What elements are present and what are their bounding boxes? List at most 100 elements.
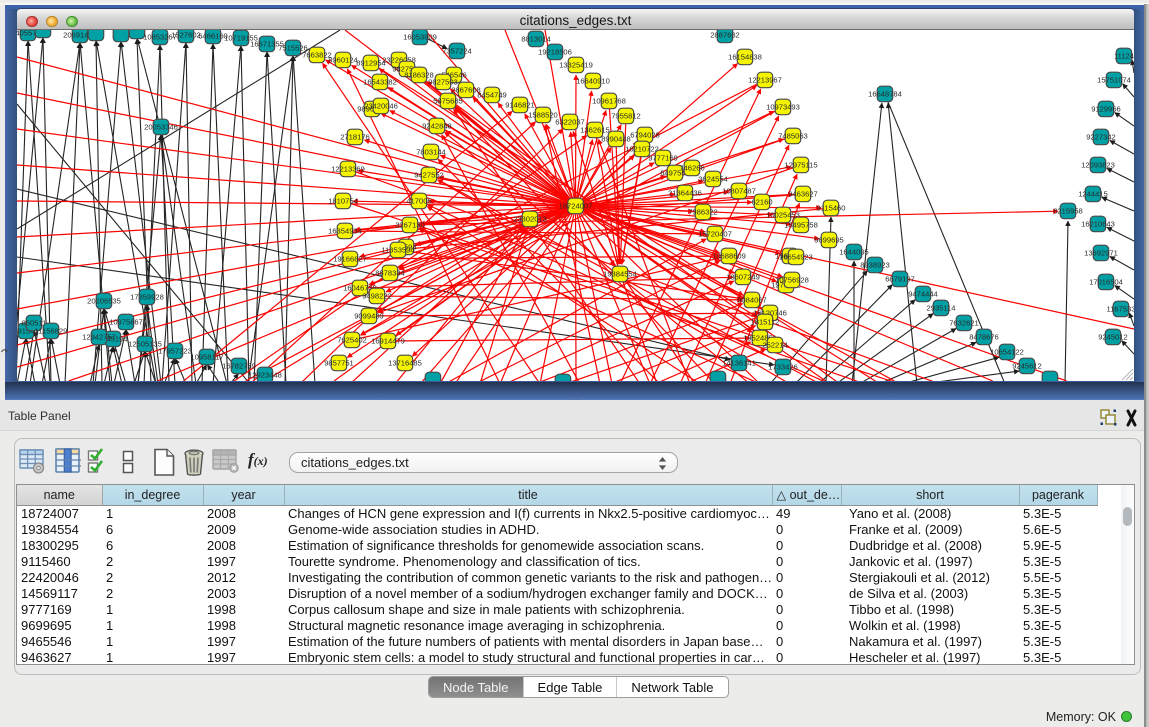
svg-text:7632621: 7632621 <box>949 319 979 328</box>
svg-text:10654122: 10654122 <box>990 348 1024 357</box>
svg-text:17957223: 17957223 <box>158 347 192 356</box>
svg-text:13716485: 13716485 <box>388 359 422 368</box>
svg-text:2887682: 2887682 <box>710 31 740 40</box>
svg-text:62160: 62160 <box>751 198 772 207</box>
svg-text:2718176: 2718176 <box>340 133 370 142</box>
svg-text:1644095: 1644095 <box>839 248 869 257</box>
svg-text:19218506: 19218506 <box>538 48 572 57</box>
svg-text:16354934: 16354934 <box>328 227 362 236</box>
svg-text:11124: 11124 <box>1114 52 1134 61</box>
svg-text:9777169: 9777169 <box>648 154 678 163</box>
svg-text:8215958: 8215958 <box>1053 207 1083 216</box>
svg-text:23420046: 23420046 <box>364 102 398 111</box>
svg-text:10756928: 10756928 <box>775 276 809 285</box>
svg-text:12942757: 12942757 <box>82 333 116 342</box>
svg-text:12923448: 12923448 <box>248 371 282 380</box>
svg-text:9245612: 9245612 <box>1012 362 1042 371</box>
svg-text:16640910: 16640910 <box>576 77 610 86</box>
svg-text:16648784: 16648784 <box>868 90 902 99</box>
svg-text:2935114: 2935114 <box>927 304 956 313</box>
svg-text:16154838: 16154838 <box>728 53 762 62</box>
svg-text:1810754: 1810754 <box>328 197 358 206</box>
svg-text:3267130: 3267130 <box>395 221 425 230</box>
svg-text:9099489: 9099489 <box>354 312 384 321</box>
svg-text:9857751: 9857751 <box>324 359 354 368</box>
svg-text:746266: 746266 <box>679 164 704 173</box>
svg-text:8990448: 8990448 <box>601 135 631 144</box>
svg-text:16210722: 16210722 <box>625 145 659 154</box>
svg-text:15751074: 15751074 <box>1097 76 1131 85</box>
svg-text:3624554: 3624554 <box>698 175 728 184</box>
svg-text:12213369: 12213369 <box>331 165 365 174</box>
svg-text:16782759: 16782759 <box>222 362 256 371</box>
svg-text:21364436: 21364436 <box>668 189 702 198</box>
svg-text:1733426: 1733426 <box>768 363 798 372</box>
svg-text:8938923: 8938923 <box>860 261 890 270</box>
svg-text:9699695: 9699695 <box>814 236 844 245</box>
svg-text:10958117: 10958117 <box>190 353 223 362</box>
svg-text:6794028: 6794028 <box>630 131 660 140</box>
svg-text:17016504: 17016504 <box>1089 278 1123 287</box>
svg-text:9146821: 9146821 <box>505 101 535 110</box>
svg-text:7357224: 7357224 <box>442 47 472 56</box>
svg-text:5875685: 5875685 <box>433 97 463 106</box>
svg-text:14136141: 14136141 <box>722 359 756 368</box>
svg-text:10688609: 10688609 <box>712 252 746 261</box>
svg-text:18495758: 18495758 <box>784 221 818 230</box>
svg-text:8478676: 8478676 <box>969 333 999 342</box>
svg-text:9827503: 9827503 <box>428 78 458 87</box>
svg-text:12975115: 12975115 <box>784 161 817 170</box>
svg-text:417006: 417006 <box>406 197 431 206</box>
svg-text:10807487: 10807487 <box>722 187 756 196</box>
svg-text:8960124: 8960124 <box>328 56 358 65</box>
svg-text:9498222: 9498222 <box>362 292 392 301</box>
svg-text:8813014: 8813014 <box>521 35 551 44</box>
svg-text:12505135: 12505135 <box>128 340 162 349</box>
svg-text:16914479: 16914479 <box>371 337 405 346</box>
svg-text:9245012: 9245012 <box>1098 333 1128 342</box>
svg-text:10973493: 10973493 <box>766 103 800 112</box>
svg-text:12213967: 12213967 <box>748 76 782 85</box>
svg-text:16053809: 16053809 <box>403 33 437 42</box>
svg-text:11353594: 11353594 <box>381 246 414 255</box>
svg-text:8454749: 8454749 <box>477 91 507 100</box>
svg-text:252214: 252214 <box>762 341 787 350</box>
svg-text:9227342: 9227342 <box>1086 133 1116 142</box>
svg-text:7955812: 7955812 <box>611 112 641 121</box>
svg-text:20206535: 20206535 <box>87 297 121 306</box>
svg-text:2867608: 2867608 <box>451 86 481 95</box>
svg-text:19166827: 19166827 <box>333 255 367 264</box>
svg-text:7485063: 7485063 <box>778 132 808 141</box>
svg-text:7986322: 7986322 <box>688 208 718 217</box>
svg-text:1815112: 1815112 <box>751 318 780 327</box>
svg-text:9115460: 9115460 <box>817 204 846 213</box>
svg-text:18607249: 18607249 <box>726 273 760 282</box>
svg-text:12093823: 12093823 <box>1081 161 1115 170</box>
svg-text:7803144: 7803144 <box>416 148 446 157</box>
svg-text:20053346: 20053346 <box>144 123 178 132</box>
svg-text:1244415: 1244415 <box>1078 190 1108 199</box>
svg-text:10961768: 10961768 <box>592 97 626 106</box>
svg-text:9474444: 9474444 <box>908 290 938 299</box>
svg-text:1167533: 1167533 <box>1107 305 1135 314</box>
svg-text:13692971: 13692971 <box>1084 249 1118 258</box>
svg-text:7625402: 7625402 <box>337 336 367 345</box>
svg-text:18724007: 18724007 <box>559 202 593 211</box>
svg-text:1527602: 1527602 <box>171 31 201 40</box>
svg-text:9427552: 9427552 <box>414 171 444 180</box>
svg-text:9129966: 9129966 <box>1091 105 1121 114</box>
svg-text:23302013: 23302013 <box>513 215 547 224</box>
svg-text:11156829: 11156829 <box>35 327 68 336</box>
svg-text:19384554: 19384554 <box>603 270 637 279</box>
svg-text:9463627: 9463627 <box>788 190 818 199</box>
svg-text:1362615: 1362615 <box>580 126 610 135</box>
svg-text:1588520: 1588520 <box>528 111 558 120</box>
svg-text:16210643: 16210643 <box>1081 220 1115 229</box>
svg-text:6879197: 6879197 <box>885 275 915 284</box>
svg-text:15720407: 15720407 <box>698 230 732 239</box>
svg-text:13325419: 13325419 <box>559 61 593 70</box>
svg-text:17359928: 17359928 <box>130 293 164 302</box>
svg-text:8878334: 8878334 <box>375 269 405 278</box>
svg-text:9084067: 9084067 <box>737 296 767 305</box>
svg-text:10975867: 10975867 <box>109 318 143 327</box>
